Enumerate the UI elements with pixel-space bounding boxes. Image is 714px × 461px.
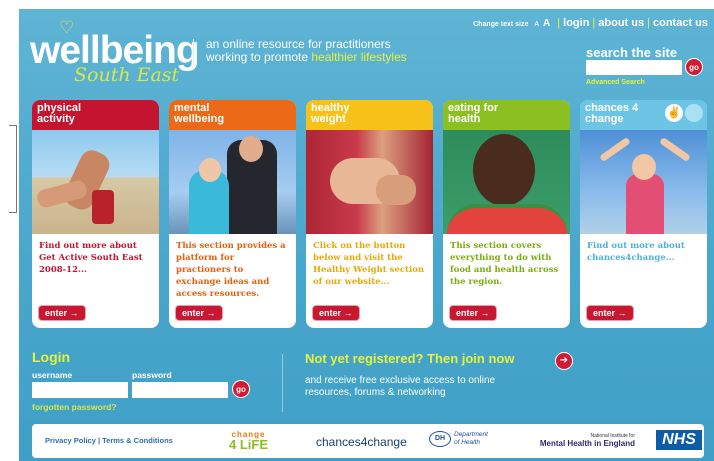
search-box: search the site go Advanced Search — [586, 45, 706, 86]
forgotten-password-link[interactable]: forgotten password? — [32, 402, 117, 412]
card-healthy-weight: healthy weight Click on the button below… — [306, 100, 433, 328]
logo-region: South East — [74, 64, 180, 86]
mh-main-text: Mental Health in England — [539, 439, 635, 448]
dh-text-line1: Department — [454, 431, 488, 438]
card-description: Find out more about Get Active South Eas… — [39, 241, 143, 275]
tagline-highlight: healthier lifestyles — [311, 50, 407, 64]
card-title-line2: weight — [311, 113, 346, 125]
bracket-mark — [16, 125, 17, 213]
card-description: This section covers everything to do wit… — [450, 241, 559, 287]
card-header: mental wellbeing — [169, 100, 296, 130]
card-chances-4-change: chances 4 change ✌ Find out more about c… — [580, 100, 707, 328]
department-of-health-logo[interactable]: DH Department of Health — [429, 431, 488, 447]
card-header: chances 4 change ✌ — [580, 100, 707, 130]
text-size-small-button[interactable]: A — [534, 21, 539, 28]
card-photo-watermelon — [443, 130, 570, 234]
card-photo-couple — [169, 130, 296, 234]
card-description: This section provides a platform for pra… — [176, 241, 286, 299]
footer-links[interactable]: Privacy Policy | Terms & Conditions — [45, 436, 173, 445]
card-title-line2: health — [448, 113, 481, 125]
enter-button[interactable]: enter → — [586, 305, 634, 321]
dh-text-line2: of Health — [454, 439, 481, 446]
advanced-search-link[interactable]: Advanced Search — [586, 79, 645, 86]
enter-button[interactable]: enter → — [38, 305, 86, 321]
lottery-hand-icon: ✌ — [665, 104, 683, 122]
card-title-line2: wellbeing — [174, 113, 225, 125]
login-link[interactable]: login — [563, 17, 589, 29]
left-margin — [0, 0, 19, 461]
login-form: Login username password go forgotten pas… — [32, 349, 282, 419]
card-title-line2: activity — [37, 113, 75, 125]
nav-separator: | — [592, 17, 596, 29]
tagline-divider — [193, 39, 194, 65]
nhs-logo[interactable]: NHS — [656, 430, 702, 450]
join-description: and receive free exclusive access to onl… — [305, 375, 496, 398]
nav-separator: | — [557, 17, 561, 29]
join-arrow-button[interactable]: ➔ — [555, 352, 573, 370]
tagline-line2: working to promote healthier lifestyles — [206, 51, 436, 64]
search-go-button[interactable]: go — [685, 58, 703, 76]
card-photo-waist — [306, 130, 433, 234]
enter-button[interactable]: enter → — [449, 305, 497, 321]
join-panel: Not yet registered? Then join now and re… — [305, 351, 585, 399]
about-us-link[interactable]: about us — [598, 17, 644, 29]
username-label: username — [32, 370, 73, 380]
join-title[interactable]: Not yet registered? Then join now — [305, 351, 585, 366]
dh-badge: DH — [429, 431, 451, 447]
search-title: search the site — [586, 45, 678, 60]
password-input[interactable] — [132, 382, 228, 398]
card-photo-child-jumping — [580, 130, 707, 234]
tagline-line2-prefix: working to promote — [206, 50, 312, 64]
card-header: eating for health — [443, 100, 570, 130]
card-photo-kids-beach — [32, 130, 159, 234]
circle-logo-icon — [685, 104, 703, 122]
section-divider — [282, 354, 283, 412]
text-size-label: Change text size — [473, 21, 529, 28]
card-eating-for-health: eating for health This section covers ev… — [443, 100, 570, 328]
login-go-button[interactable]: go — [232, 380, 250, 398]
tagline: an online resource for practitioners wor… — [206, 38, 436, 64]
card-header: healthy weight — [306, 100, 433, 130]
card-description: Click on the button below and visit the … — [313, 241, 425, 287]
change4life-logo[interactable]: change 4 LiFE — [229, 430, 269, 452]
footer: Privacy Policy | Terms & Conditions chan… — [32, 424, 704, 458]
change4life-bottom: 4 LiFE — [229, 437, 269, 452]
wellbeing-logo[interactable]: ♡ wellbeing South East — [30, 19, 200, 89]
card-header: physical activity — [32, 100, 159, 130]
card-physical-activity: physical activity Find out more about Ge… — [32, 100, 159, 328]
search-input[interactable] — [586, 60, 682, 75]
enter-button[interactable]: enter → — [312, 305, 360, 321]
top-nav: Change text size A A | login | about us … — [473, 17, 708, 29]
dh-text: Department of Health — [454, 431, 488, 447]
chances4change-logo[interactable]: chances4change — [316, 435, 407, 449]
card-description: Find out more about chances4change... — [587, 241, 685, 263]
page: ♡ wellbeing South East an online resourc… — [19, 9, 714, 461]
bracket-mark — [9, 212, 17, 213]
card-mental-wellbeing: mental wellbeing This section provides a… — [169, 100, 296, 328]
password-label: password — [132, 370, 172, 380]
username-input[interactable] — [32, 382, 128, 398]
contact-us-link[interactable]: contact us — [653, 17, 708, 29]
nav-separator: | — [647, 17, 650, 29]
mental-health-england-logo[interactable]: National Institute for Mental Health in … — [525, 433, 635, 448]
enter-button[interactable]: enter → — [175, 305, 223, 321]
text-size-large-button[interactable]: A — [543, 18, 550, 29]
login-title: Login — [32, 349, 71, 365]
